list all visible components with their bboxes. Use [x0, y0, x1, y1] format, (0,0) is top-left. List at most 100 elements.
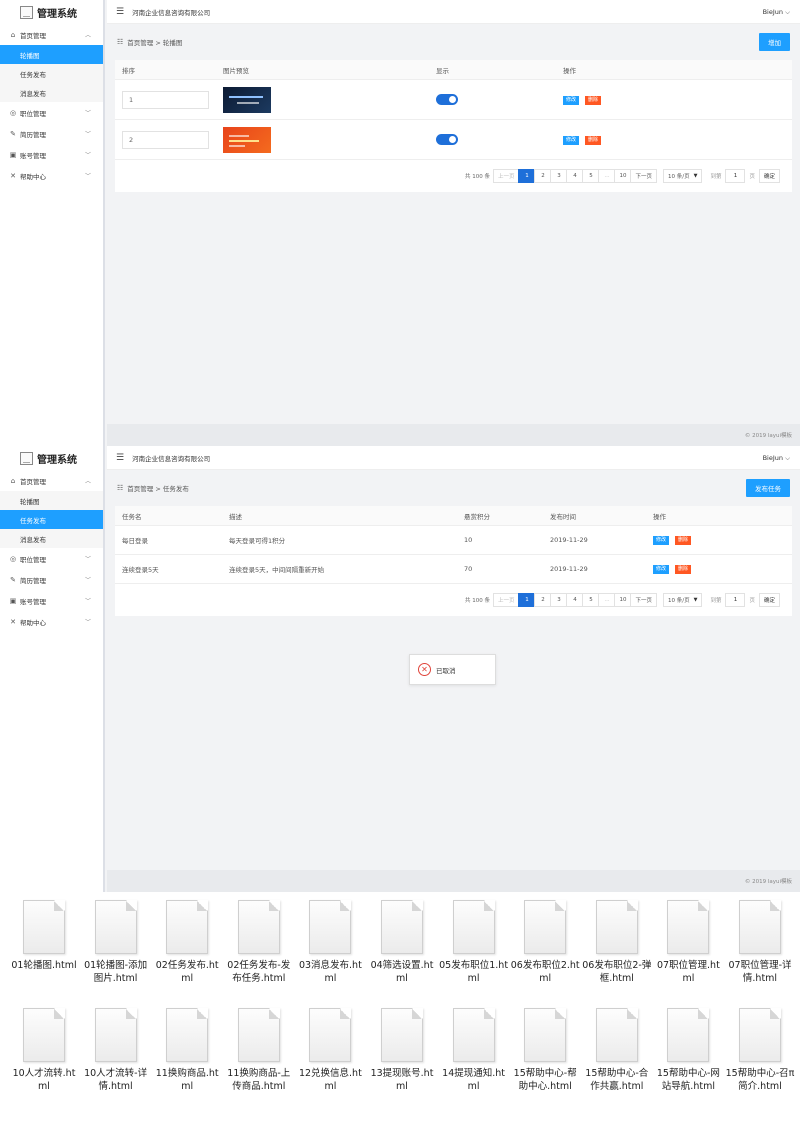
page-button[interactable]: 4 — [566, 169, 584, 183]
file-item[interactable]: 07职位管理-详情.html — [725, 900, 795, 985]
show-toggle[interactable] — [436, 134, 458, 145]
file-item[interactable]: 13提现账号.html — [367, 1008, 437, 1093]
next-page-button[interactable]: 下一页 — [630, 169, 657, 183]
page-button[interactable]: 5 — [582, 169, 600, 183]
html-file-icon — [524, 1008, 567, 1062]
delete-button[interactable]: 删除 — [585, 95, 602, 105]
file-item[interactable]: 01轮播图.html — [9, 900, 79, 972]
file-item[interactable]: 11换购商品-上传商品.html — [224, 1008, 294, 1093]
file-item[interactable]: 06发布职位2-弹框.html — [582, 900, 652, 985]
sidebar-item-jobs[interactable]: ◎ 职位管理 ﹀ — [0, 102, 103, 123]
chevron-up-icon: ︿ — [84, 478, 91, 485]
sidebar-subitem-message[interactable]: 消息发布 — [0, 529, 103, 548]
image-preview — [223, 126, 271, 153]
file-item[interactable]: 11换购商品.html — [152, 1008, 222, 1093]
add-button[interactable]: 增加 — [759, 33, 790, 51]
menu-toggle-icon[interactable]: ☰ — [116, 453, 124, 463]
prev-page-button[interactable]: 上一页 — [492, 593, 520, 607]
breadcrumb-bar: ☷ 首页管理 > 轮播图 增加 — [115, 24, 792, 60]
page-button[interactable]: 10 — [614, 593, 632, 607]
file-item[interactable]: 02任务发布.html — [152, 900, 222, 985]
task-date: 2019-11-29 — [550, 536, 588, 544]
delete-button[interactable]: 删除 — [675, 536, 692, 545]
sidebar-subitem-message[interactable]: 消息发布 — [0, 83, 103, 102]
sort-input[interactable]: 2 — [122, 130, 209, 149]
html-file-icon — [23, 1008, 65, 1062]
file-name: 01轮播图-添加图片.html — [84, 960, 148, 984]
sidebar-item-jobs[interactable]: ◎ 职位管理 ﹀ — [0, 548, 103, 569]
page-button[interactable]: 1 — [518, 169, 536, 183]
edit-button[interactable]: 修改 — [653, 565, 670, 574]
sidebar-subitem-task[interactable]: 任务发布 — [0, 510, 103, 529]
file-item[interactable]: 10人才流转.html — [9, 1008, 79, 1093]
page-button[interactable]: 10 — [614, 169, 632, 183]
task-name: 每日登录 — [122, 537, 148, 545]
file-item[interactable]: 01轮播图-添加图片.html — [81, 900, 151, 985]
logo[interactable]: 管理系统 — [0, 446, 103, 470]
goto-input[interactable]: 1 — [725, 593, 746, 607]
next-page-button[interactable]: 下一页 — [630, 593, 657, 607]
page-button[interactable]: 3 — [550, 593, 568, 607]
file-item[interactable]: 03消息发布.html — [295, 900, 365, 985]
page-button[interactable]: 2 — [534, 169, 552, 183]
show-toggle[interactable] — [436, 94, 458, 105]
edit-button[interactable]: 修改 — [563, 135, 580, 145]
page-button[interactable]: 4 — [566, 593, 584, 607]
prev-page-button[interactable]: 上一页 — [492, 169, 520, 183]
goto-confirm-button[interactable]: 确定 — [758, 169, 780, 183]
file-item[interactable]: 07职位管理.html — [653, 900, 723, 985]
file-item[interactable]: 15帮助中心-网站导航.html — [653, 1008, 723, 1093]
sidebar-item-resume[interactable]: ✎ 简历管理 ﹀ — [0, 123, 103, 144]
main-area: ☰ 河南企业信息咨询有限公司 BieJun ⌵ ☷ 首页管理 > 轮播图 增加 … — [107, 0, 800, 446]
user-menu[interactable]: BieJun ⌵ — [763, 8, 790, 17]
sidebar-subitem-task[interactable]: 任务发布 — [0, 64, 103, 83]
file-name: 03消息发布.html — [298, 960, 362, 984]
error-circle-icon: ✕ — [418, 663, 431, 676]
page-size-select[interactable]: 10 条/页 ▼ — [662, 169, 703, 183]
file-item[interactable]: 14提现通知.html — [439, 1008, 509, 1093]
file-item[interactable]: 15帮助中心-召π简介.html — [725, 1008, 795, 1093]
edit-button[interactable]: 修改 — [563, 95, 580, 105]
goto-input[interactable]: 1 — [725, 169, 746, 183]
edit-icon: ✎ — [10, 129, 16, 138]
page-button[interactable]: 3 — [550, 169, 568, 183]
file-item[interactable]: 02任务发布-发布任务.html — [224, 900, 294, 985]
file-item[interactable]: 05发布职位1.html — [439, 900, 509, 985]
chevron-down-icon: ﹀ — [84, 556, 91, 563]
file-item[interactable]: 15帮助中心-帮助中心.html — [510, 1008, 580, 1093]
delete-button[interactable]: 删除 — [675, 565, 692, 574]
page-button[interactable]: 2 — [534, 593, 552, 607]
sidebar-subitem-carousel[interactable]: 轮播图 — [0, 45, 103, 64]
sidebar-item-label: 简历管理 — [20, 130, 46, 139]
publish-task-button[interactable]: 发布任务 — [746, 479, 790, 497]
sidebar-item-label: 帮助中心 — [20, 618, 46, 627]
file-item[interactable]: 12兑换信息.html — [295, 1008, 365, 1093]
file-item[interactable]: 06发布职位2.html — [510, 900, 580, 985]
page-button[interactable]: 1 — [518, 593, 536, 607]
menu-toggle-icon[interactable]: ☰ — [116, 7, 124, 17]
sidebar-item-resume[interactable]: ✎ 简历管理 ﹀ — [0, 569, 103, 590]
sidebar-item-account[interactable]: ▣ 账号管理 ﹀ — [0, 590, 103, 611]
sidebar-subitem-carousel[interactable]: 轮播图 — [0, 491, 103, 510]
sidebar-item-account[interactable]: ▣ 账号管理 ﹀ — [0, 144, 103, 165]
user-menu[interactable]: BieJun ⌵ — [763, 454, 790, 463]
sidebar-item-home[interactable]: ⌂ 首页管理 ︿ — [0, 24, 103, 45]
goto-confirm-button[interactable]: 确定 — [758, 593, 780, 607]
sidebar-item-help[interactable]: ✕ 帮助中心 ﹀ — [0, 611, 103, 632]
sort-input[interactable]: 1 — [122, 90, 209, 109]
file-item[interactable]: 10人才流转-详情.html — [81, 1008, 151, 1093]
sidebar-item-help[interactable]: ✕ 帮助中心 ﹀ — [0, 165, 103, 186]
page-button[interactable]: 5 — [582, 593, 600, 607]
file-item[interactable]: 15帮助中心-合作共赢.html — [582, 1008, 652, 1093]
sidebar-item-label: 职位管理 — [20, 109, 46, 118]
file-item[interactable]: 04筛选设置.html — [367, 900, 437, 985]
logo[interactable]: 管理系统 — [0, 0, 103, 24]
sidebar-item-home[interactable]: ⌂ 首页管理 ︿ — [0, 470, 103, 491]
edit-button[interactable]: 修改 — [653, 536, 670, 545]
delete-button[interactable]: 删除 — [585, 135, 602, 145]
page-size-select[interactable]: 10 条/页 ▼ — [662, 593, 703, 607]
column-header: 任务名 — [122, 512, 142, 521]
task-desc: 每天登录可得1积分 — [229, 537, 286, 545]
home-icon: ⌂ — [10, 30, 16, 39]
html-file-icon — [595, 1008, 638, 1062]
